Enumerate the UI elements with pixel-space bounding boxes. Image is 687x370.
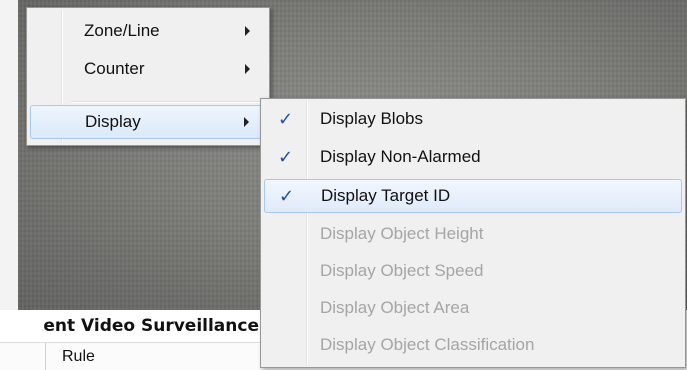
menu-item-label: Zone/Line (84, 21, 160, 40)
checkmark-icon: ✓ (278, 109, 294, 129)
submenu-item-label: Display Blobs (320, 109, 423, 128)
submenu-item-display-non-alarmed[interactable]: ✓ Display Non-Alarmed (264, 140, 682, 174)
app-title: ent Video Surveillance (0, 310, 262, 342)
menu-item-label: Display (85, 112, 141, 131)
menu-separator (71, 101, 266, 103)
submenu-item-label: Display Object Classification (320, 335, 535, 354)
submenu-item-label: Display Non-Alarmed (320, 147, 481, 166)
checkmark-icon: ✓ (278, 147, 294, 167)
table-header-cell-blank[interactable] (0, 343, 46, 370)
submenu-item-display-object-speed[interactable]: Display Object Speed (264, 254, 682, 288)
submenu-item-label: Display Object Area (320, 298, 470, 317)
rules-table-header: Rule (0, 342, 262, 370)
submenu-arrow-icon (245, 26, 250, 36)
checkmark-icon: ✓ (279, 186, 295, 206)
menu-item-label: Counter (84, 59, 145, 78)
submenu-item-display-object-classification[interactable]: Display Object Classification (264, 328, 682, 362)
submenu-item-display-object-height[interactable]: Display Object Height (264, 217, 682, 251)
submenu-item-display-object-area[interactable]: Display Object Area (264, 291, 682, 325)
submenu-item-display-target-id[interactable]: ✓ Display Target ID (264, 179, 682, 213)
submenu-arrow-icon (244, 117, 249, 127)
display-submenu: ✓ Display Blobs ✓ Display Non-Alarmed ✓ … (260, 98, 686, 368)
app-title-text: ent Video Surveillance (43, 316, 259, 336)
submenu-item-label: Display Target ID (321, 186, 451, 205)
submenu-item-label: Display Object Height (320, 224, 484, 243)
table-header-rule[interactable]: Rule (62, 343, 95, 370)
menu-item-counter[interactable]: Counter (30, 53, 266, 85)
menu-item-display[interactable]: Display (30, 105, 266, 139)
submenu-item-display-blobs[interactable]: ✓ Display Blobs (264, 102, 682, 136)
context-menu: Zone/Line Counter Display (26, 7, 270, 146)
submenu-item-label: Display Object Speed (320, 261, 484, 280)
submenu-arrow-icon (245, 64, 250, 74)
menu-item-zone-line[interactable]: Zone/Line (30, 15, 266, 47)
